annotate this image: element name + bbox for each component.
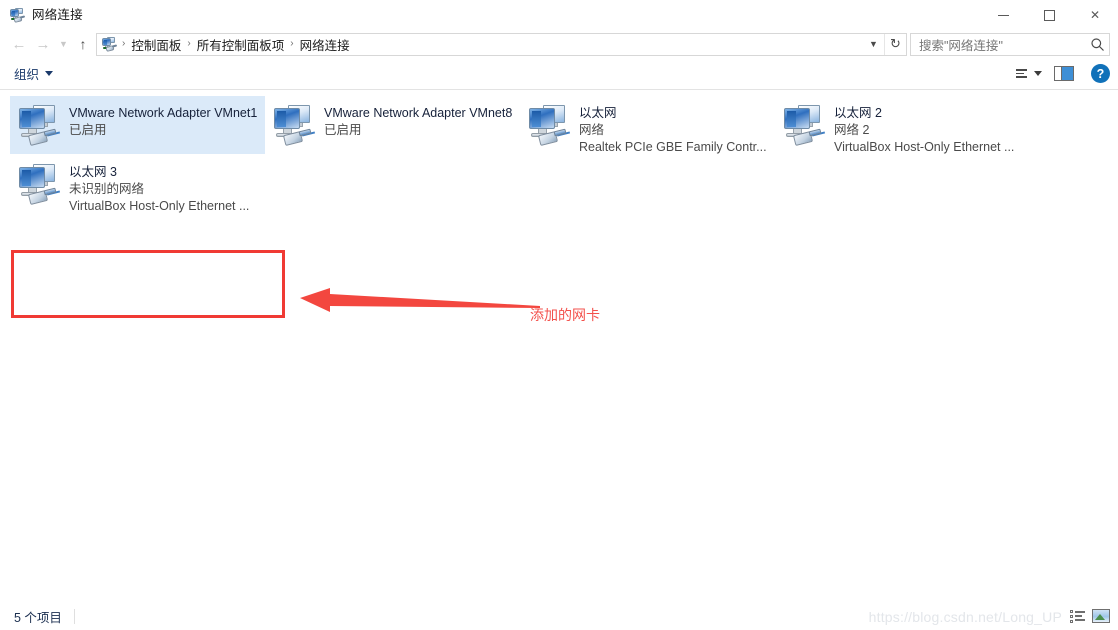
- address-bar[interactable]: › 控制面板 › 所有控制面板项 › 网络连接 ▼ ↻: [96, 32, 907, 56]
- back-button[interactable]: ←: [7, 32, 31, 56]
- connection-status: 网络: [579, 123, 605, 137]
- forward-arrow-icon: →: [35, 35, 51, 53]
- view-mode-buttons: [1070, 609, 1110, 623]
- command-bar: 组织 ?: [0, 58, 1118, 90]
- maximize-button[interactable]: [1026, 0, 1072, 30]
- help-button[interactable]: ?: [1091, 64, 1110, 83]
- network-adapter-icon: [16, 160, 64, 208]
- item-count: 5 个项目: [14, 610, 62, 625]
- network-connection-icon: [9, 7, 26, 23]
- tiles-view-button[interactable]: [1092, 609, 1110, 623]
- view-options-button[interactable]: [1011, 69, 1047, 78]
- search-box[interactable]: 搜索"网络连接": [910, 32, 1110, 56]
- breadcrumb: › 控制面板 › 所有控制面板项 › 网络连接: [121, 33, 863, 56]
- view-options-icon: [1016, 69, 1027, 78]
- title-bar: 网络连接 ✕: [0, 0, 1118, 30]
- list-item[interactable]: 以太网 3 未识别的网络 VirtualBox Host-Only Ethern…: [10, 155, 265, 213]
- organize-label: 组织: [14, 68, 40, 82]
- organize-button[interactable]: 组织: [14, 64, 54, 83]
- network-adapter-icon: [526, 101, 574, 149]
- up-arrow-icon: ↑: [79, 36, 87, 52]
- caret-down-icon: [1034, 71, 1042, 76]
- network-adapter-icon: [271, 101, 319, 149]
- connection-device: Realtek PCIe GBE Family Contr...: [579, 140, 767, 154]
- list-item[interactable]: VMware Network Adapter VMnet1 已启用: [10, 96, 265, 154]
- help-icon: ?: [1096, 66, 1105, 81]
- refresh-button[interactable]: ↻: [884, 33, 906, 55]
- network-adapter-icon: [781, 101, 829, 149]
- list-item[interactable]: VMware Network Adapter VMnet8 已启用: [265, 96, 520, 154]
- connections-list: VMware Network Adapter VMnet1 已启用 VMware…: [0, 90, 1118, 602]
- search-input[interactable]: 搜索"网络连接": [919, 35, 1090, 54]
- back-arrow-icon: ←: [11, 35, 27, 53]
- connection-name: 以太网: [579, 106, 617, 120]
- connection-name: VMware Network Adapter VMnet1: [69, 106, 258, 120]
- maximize-icon: [1043, 9, 1055, 21]
- close-icon: ✕: [1089, 8, 1101, 22]
- details-view-button[interactable]: [1070, 609, 1085, 623]
- preview-pane-icon: [1054, 66, 1074, 81]
- explorer-window: 网络连接 ✕ ← → ▼ ↑ › 控制面板 › 所有控制面板项 › 网络连接 ▼…: [0, 0, 1118, 630]
- title-bar-left: 网络连接: [0, 7, 83, 23]
- address-bar-controls: ▼ ↻: [863, 33, 906, 55]
- connection-name: VMware Network Adapter VMnet8: [324, 106, 513, 120]
- breadcrumb-item-all-items[interactable]: 所有控制面板项: [192, 33, 290, 56]
- connection-name: 以太网 2: [834, 106, 882, 120]
- preview-pane-button[interactable]: [1049, 66, 1079, 81]
- breadcrumb-item-network-connections[interactable]: 网络连接: [295, 33, 355, 56]
- connection-status: 网络 2: [834, 123, 870, 137]
- address-network-icon: [101, 36, 118, 52]
- list-item-text: 以太网 2 网络 2 VirtualBox Host-Only Ethernet…: [834, 101, 1014, 156]
- close-button[interactable]: ✕: [1072, 0, 1118, 30]
- window-controls: ✕: [980, 0, 1118, 30]
- minimize-button[interactable]: [980, 0, 1026, 30]
- chevron-down-icon: ▼: [59, 38, 68, 49]
- connection-name: 以太网 3: [69, 165, 117, 179]
- minimize-icon: [997, 14, 1009, 16]
- chevron-down-icon: ▼: [869, 39, 878, 49]
- annotation-label: 添加的网卡: [530, 307, 600, 323]
- nav-buttons: ← → ▼ ↑: [7, 32, 94, 56]
- address-dropdown-button[interactable]: ▼: [863, 34, 884, 55]
- caret-down-icon: [45, 71, 54, 76]
- status-bar: 5 个项目 https://blog.csdn.net/Long_UP: [0, 602, 1118, 630]
- list-item-text: 以太网 3 未识别的网络 VirtualBox Host-Only Ethern…: [69, 160, 249, 215]
- list-item-text: 以太网 网络 Realtek PCIe GBE Family Contr...: [579, 101, 767, 156]
- details-view-icon: [1070, 609, 1073, 623]
- annotation-highlight-box: [11, 250, 285, 318]
- watermark: https://blog.csdn.net/Long_UP: [868, 609, 1062, 625]
- search-icon: [1090, 37, 1105, 52]
- navigation-bar: ← → ▼ ↑ › 控制面板 › 所有控制面板项 › 网络连接 ▼ ↻ 搜索"网…: [0, 30, 1118, 58]
- connection-status: 未识别的网络: [69, 182, 145, 196]
- connection-device: VirtualBox Host-Only Ethernet ...: [834, 140, 1015, 154]
- list-item-text: VMware Network Adapter VMnet8 已启用: [324, 101, 512, 139]
- recent-locations-button[interactable]: ▼: [55, 32, 72, 56]
- connection-status: 已启用: [324, 123, 362, 137]
- list-item[interactable]: 以太网 2 网络 2 VirtualBox Host-Only Ethernet…: [775, 96, 1030, 154]
- left-arrow-annotation: [300, 286, 540, 323]
- connection-status: 已启用: [69, 123, 107, 137]
- breadcrumb-item-control-panel[interactable]: 控制面板: [126, 33, 186, 56]
- tiles-container: VMware Network Adapter VMnet1 已启用 VMware…: [10, 96, 1100, 214]
- window-title: 网络连接: [32, 8, 83, 22]
- forward-button[interactable]: →: [31, 32, 55, 56]
- up-button[interactable]: ↑: [72, 32, 94, 56]
- connection-device: VirtualBox Host-Only Ethernet ...: [69, 199, 250, 213]
- command-bar-right: ?: [1011, 64, 1110, 83]
- list-item[interactable]: 以太网 网络 Realtek PCIe GBE Family Contr...: [520, 96, 775, 154]
- refresh-icon: ↻: [890, 36, 901, 51]
- network-adapter-icon: [16, 101, 64, 149]
- list-item-text: VMware Network Adapter VMnet1 已启用: [69, 101, 257, 139]
- status-divider: [73, 608, 75, 624]
